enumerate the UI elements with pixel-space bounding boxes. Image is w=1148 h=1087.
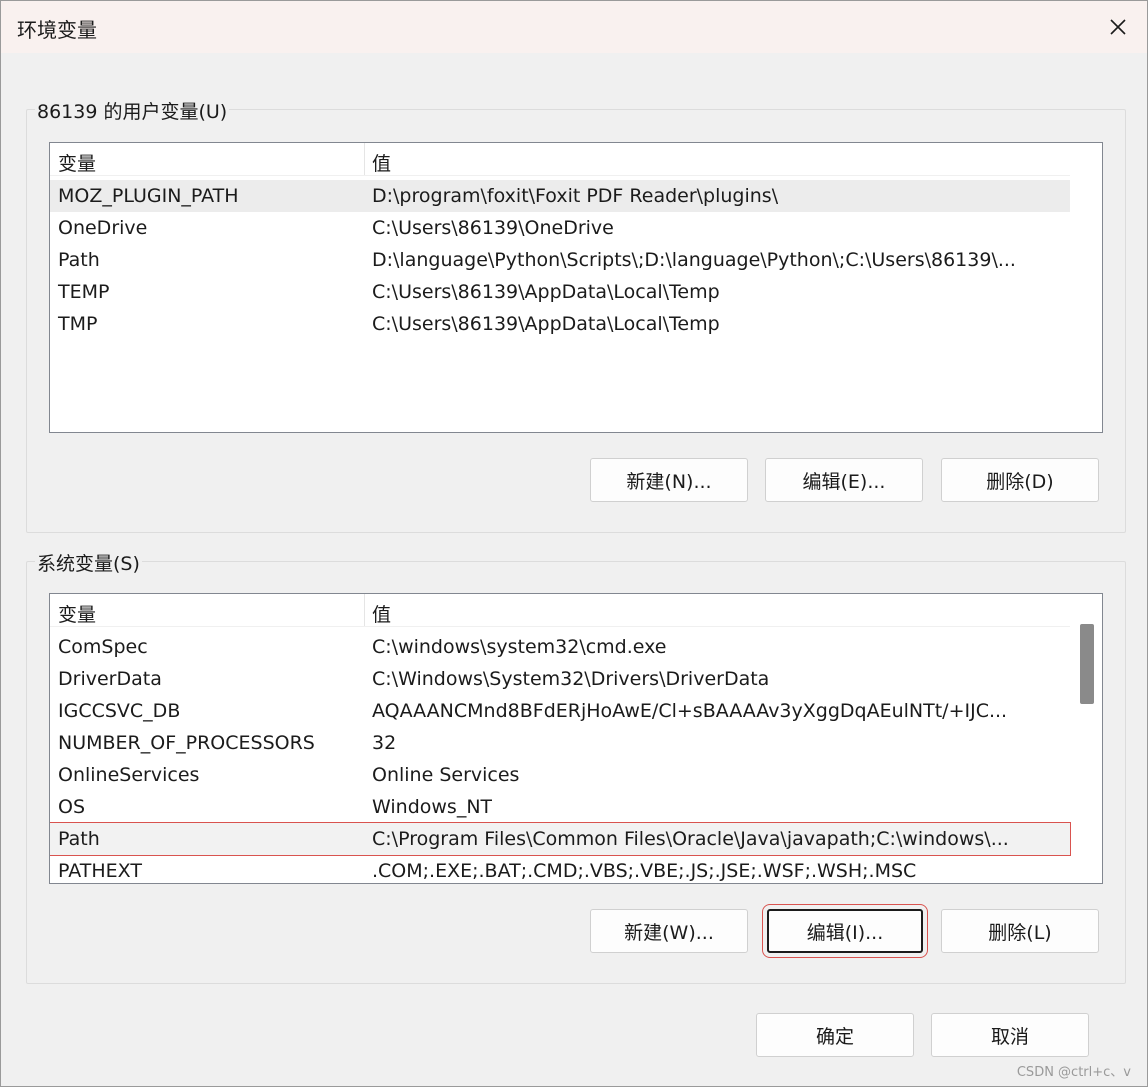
table-row-selected-path[interactable]: Path C:\Program Files\Common Files\Oracl… xyxy=(50,822,1071,856)
table-row[interactable]: IGCCSVC_DB AQAAANCMnd8BFdERjHoAwE/Cl+sBA… xyxy=(50,695,1070,727)
var-name: OnlineServices xyxy=(58,764,200,786)
table-row[interactable]: TMP C:\Users\86139\AppData\Local\Temp xyxy=(50,308,1070,340)
var-name: IGCCSVC_DB xyxy=(58,700,181,722)
var-name: OS xyxy=(58,796,86,818)
var-name: ComSpec xyxy=(58,636,148,658)
window-title: 环境变量 xyxy=(17,18,97,42)
var-value: D:\language\Python\Scripts\;D:\language\… xyxy=(372,249,1016,271)
table-row[interactable]: NUMBER_OF_PROCESSORS 32 xyxy=(50,727,1070,759)
var-name: PATHEXT xyxy=(58,860,142,882)
var-value: 32 xyxy=(372,732,397,754)
var-name: OneDrive xyxy=(58,217,148,239)
close-icon xyxy=(1110,19,1126,35)
var-name: Path xyxy=(58,828,100,850)
user-vars-list[interactable]: 变量 值 MOZ_PLUGIN_PATH D:\program\foxit\Fo… xyxy=(49,142,1103,433)
user-delete-button[interactable]: 删除(D) xyxy=(941,458,1099,502)
system-edit-button[interactable]: 编辑(I)... xyxy=(762,904,928,958)
ok-button[interactable]: 确定 xyxy=(756,1013,914,1057)
system-delete-button[interactable]: 删除(L) xyxy=(941,909,1099,953)
column-divider[interactable] xyxy=(364,143,365,175)
column-header-name[interactable]: 变量 xyxy=(58,600,96,627)
user-vars-label: 86139 的用户变量(U) xyxy=(35,97,230,124)
var-name: MOZ_PLUGIN_PATH xyxy=(58,185,239,207)
var-name: TMP xyxy=(58,313,98,335)
table-row[interactable]: OS Windows_NT xyxy=(50,791,1070,823)
scroll-thumb[interactable] xyxy=(1080,624,1094,704)
cancel-button[interactable]: 取消 xyxy=(931,1013,1089,1057)
column-divider[interactable] xyxy=(364,594,365,626)
system-new-button[interactable]: 新建(W)... xyxy=(590,909,748,953)
system-vars-label: 系统变量(S) xyxy=(35,549,142,576)
var-name: TEMP xyxy=(58,281,110,303)
table-row[interactable]: ComSpec C:\windows\system32\cmd.exe xyxy=(50,631,1070,663)
table-row[interactable]: MOZ_PLUGIN_PATH D:\program\foxit\Foxit P… xyxy=(50,180,1070,212)
var-value: D:\program\foxit\Foxit PDF Reader\plugin… xyxy=(372,185,779,207)
var-name: DriverData xyxy=(58,668,162,690)
var-value: Windows_NT xyxy=(372,796,493,818)
list-header: 变量 值 xyxy=(50,594,1070,627)
var-value: C:\Users\86139\OneDrive xyxy=(372,217,614,239)
var-value: C:\Users\86139\AppData\Local\Temp xyxy=(372,313,720,335)
table-row[interactable]: OneDrive C:\Users\86139\OneDrive xyxy=(50,212,1070,244)
var-value: C:\Windows\System32\Drivers\DriverData xyxy=(372,668,770,690)
var-name: Path xyxy=(58,249,100,271)
var-value: C:\Users\86139\AppData\Local\Temp xyxy=(372,281,720,303)
title-bar: 环境变量 xyxy=(1,1,1147,53)
var-value: .COM;.EXE;.BAT;.CMD;.VBS;.VBE;.JS;.JSE;.… xyxy=(372,860,917,882)
system-vars-list[interactable]: 变量 值 ComSpec C:\windows\system32\cmd.exe… xyxy=(49,593,1103,884)
var-name: NUMBER_OF_PROCESSORS xyxy=(58,732,315,754)
column-header-name[interactable]: 变量 xyxy=(58,149,96,176)
table-row[interactable]: TEMP C:\Users\86139\AppData\Local\Temp xyxy=(50,276,1070,308)
user-edit-button[interactable]: 编辑(E)... xyxy=(765,458,923,502)
var-value: Online Services xyxy=(372,764,520,786)
var-value: AQAAANCMnd8BFdERjHoAwE/Cl+sBAAAAv3yXggDq… xyxy=(372,700,1008,722)
table-row[interactable]: DriverData C:\Windows\System32\Drivers\D… xyxy=(50,663,1070,695)
column-header-value[interactable]: 值 xyxy=(372,149,391,176)
var-value: C:\Program Files\Common Files\Oracle\Jav… xyxy=(372,828,1009,850)
table-row[interactable]: OnlineServices Online Services xyxy=(50,759,1070,791)
table-row[interactable]: Path D:\language\Python\Scripts\;D:\lang… xyxy=(50,244,1070,276)
table-row[interactable]: PATHEXT .COM;.EXE;.BAT;.CMD;.VBS;.VBE;.J… xyxy=(50,855,1070,883)
var-value: C:\windows\system32\cmd.exe xyxy=(372,636,667,658)
environment-variables-dialog: 环境变量 86139 的用户变量(U) 变量 值 MOZ_PLUGIN_PATH… xyxy=(0,0,1148,1087)
list-header: 变量 值 xyxy=(50,143,1070,176)
watermark-text: CSDN @ctrl+c、v xyxy=(1016,1065,1131,1080)
user-new-button[interactable]: 新建(N)... xyxy=(590,458,748,502)
vertical-scrollbar[interactable] xyxy=(1072,594,1102,883)
close-button[interactable] xyxy=(1089,1,1147,53)
column-header-value[interactable]: 值 xyxy=(372,600,391,627)
